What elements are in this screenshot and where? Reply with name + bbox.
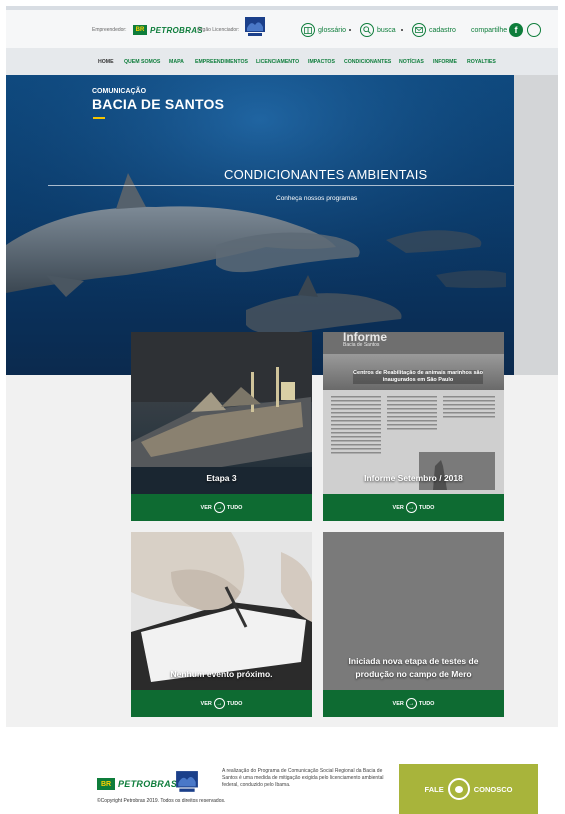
arrow-right-icon: → <box>213 502 225 513</box>
search-icon <box>360 23 374 37</box>
separator-dot <box>401 29 403 31</box>
hero-divider <box>48 185 514 186</box>
br-badge-icon: BR <box>133 25 147 35</box>
newsletter-subtitle: Bacia de Santos <box>343 342 380 348</box>
nav-condicionantes[interactable]: CONDICIONANTES <box>344 59 391 65</box>
signup-link[interactable]: cadastro <box>412 23 456 37</box>
footer-petrobras-logo[interactable]: BR PETROBRAS <box>97 778 177 790</box>
card-caption: Informe Setembro / 2018 <box>364 473 463 483</box>
glossary-link[interactable]: glossário <box>301 23 346 37</box>
hero-subtitle: COMUNICAÇÃO <box>92 88 147 95</box>
arrow-right-icon: → <box>213 698 225 709</box>
dolphins-image <box>6 75 514 375</box>
hero-headline: CONDICIONANTES AMBIENTAIS <box>224 167 428 182</box>
platform-image <box>131 332 312 494</box>
oil-platform-image <box>131 332 312 494</box>
br-badge-icon: BR <box>97 778 115 790</box>
nav-mapa[interactable]: MAPA <box>169 59 184 65</box>
facebook-icon[interactable]: f <box>509 23 523 37</box>
petrobras-logo[interactable]: BR PETROBRAS <box>133 25 203 35</box>
hero-title: BACIA DE SANTOS <box>92 96 225 112</box>
separator-dot <box>349 29 351 31</box>
notebook-image <box>131 532 312 690</box>
hero-side-panel <box>514 75 558 375</box>
nav-royalties[interactable]: ROYALTIES <box>467 59 496 65</box>
hero-banner: COMUNICAÇÃO BACIA DE SANTOS CONDICIONANT… <box>6 75 514 375</box>
hero-tagline[interactable]: Conheça nossos programas <box>276 195 357 202</box>
nav-licenciamento[interactable]: LICENCIAMENTO <box>256 59 299 65</box>
card-caption: Etapa 3 <box>206 473 237 483</box>
card-noticia-mero[interactable]: Iniciada nova etapa de testes de produçã… <box>323 532 504 717</box>
ibama-logo-icon[interactable] <box>244 16 266 38</box>
newsletter-headline: Centros de Reabilitação de animais marin… <box>353 370 483 384</box>
newsletter-image: Informe Bacia de Santos Centros de Reabi… <box>323 332 504 494</box>
ver-tudo-button[interactable]: VER → TUDO <box>323 494 504 521</box>
hero-accent-bar <box>93 117 105 119</box>
footer-ibama-logo-icon[interactable] <box>175 770 199 794</box>
header: Empreendedor: BR PETROBRAS Órgão Licenci… <box>6 10 558 48</box>
writing-hand-image <box>131 532 312 690</box>
whatsapp-icon[interactable] <box>527 23 541 37</box>
arrow-right-icon: → <box>405 698 417 709</box>
footer-description: A realização do Programa de Comunicação … <box>222 768 384 788</box>
nav-noticias[interactable]: NOTÍCIAS <box>399 59 424 65</box>
nav-informe[interactable]: INFORME <box>433 59 457 65</box>
card-etapa[interactable]: Etapa 3 VER → TUDO <box>131 332 312 521</box>
sponsor-label: Empreendedor: <box>92 27 127 33</box>
nav-impactos[interactable]: IMPACTOS <box>308 59 335 65</box>
ver-tudo-button[interactable]: VER → TUDO <box>131 494 312 521</box>
book-icon <box>301 23 315 37</box>
search-link[interactable]: busca <box>360 23 396 37</box>
main-nav: HOME QUEM SOMOS MAPA EMPREENDIMENTOS LIC… <box>6 48 558 75</box>
nav-quem-somos[interactable]: QUEM SOMOS <box>124 59 160 65</box>
nav-empreendimentos[interactable]: EMPREENDIMENTOS <box>195 59 248 65</box>
card-caption: Iniciada nova etapa de testes de produçã… <box>348 656 479 679</box>
chat-bubble-icon <box>447 778 470 800</box>
card-caption: Nenhum evento próximo. <box>170 669 273 679</box>
ver-tudo-button[interactable]: VER → TUDO <box>131 690 312 717</box>
page: Empreendedor: BR PETROBRAS Órgão Licenci… <box>0 0 565 814</box>
licensor-label: Órgão Licenciador: <box>197 27 240 33</box>
card-eventos[interactable]: Nenhum evento próximo. VER → TUDO <box>131 532 312 717</box>
fale-conosco-button[interactable]: FALE CONOSCO <box>399 764 538 814</box>
card-informe[interactable]: Informe Bacia de Santos Centros de Reabi… <box>323 332 504 521</box>
arrow-right-icon: → <box>405 502 417 513</box>
copyright: ©Copyright Petrobras 2019. Todos os dire… <box>97 798 226 804</box>
nav-home[interactable]: HOME <box>98 59 114 65</box>
share-label: compartilhe <box>471 27 508 34</box>
ver-tudo-button[interactable]: VER → TUDO <box>323 690 504 717</box>
signup-icon <box>412 23 426 37</box>
